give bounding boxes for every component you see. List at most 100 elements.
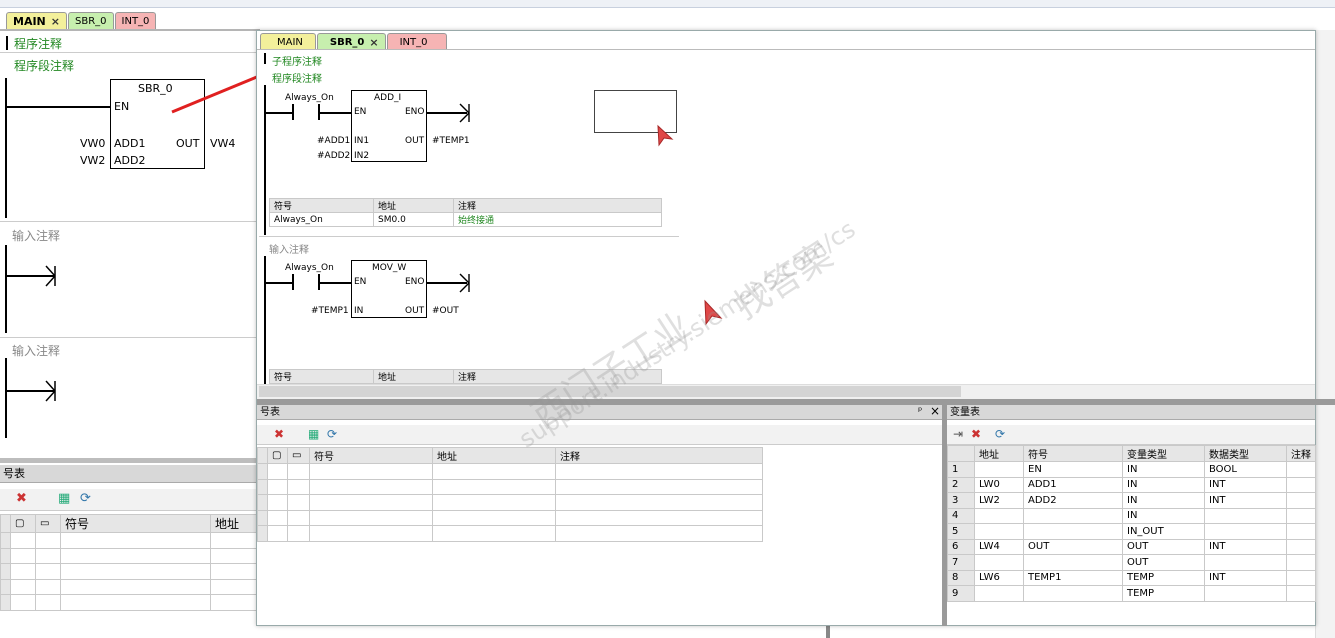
table-row[interactable]: 4 IN xyxy=(947,507,1316,524)
tab-int0[interactable]: INT_0 xyxy=(386,33,447,50)
table-cell[interactable]: OUT xyxy=(1023,538,1123,555)
table-cell[interactable] xyxy=(1286,461,1316,478)
table-cell[interactable]: TEMP1 xyxy=(1023,569,1123,586)
table-cell[interactable]: LW0 xyxy=(974,476,1024,493)
table-cell[interactable] xyxy=(1286,507,1316,524)
table-cell[interactable] xyxy=(1204,507,1287,524)
table-cell[interactable] xyxy=(1286,492,1316,509)
coil-end-icon xyxy=(459,273,470,293)
out-pin: OUT xyxy=(405,136,425,146)
table-cell[interactable] xyxy=(1023,554,1123,571)
out-pin: OUT xyxy=(405,306,425,316)
delete-icon[interactable]: ✖ xyxy=(274,427,284,441)
table-cell[interactable] xyxy=(974,461,1024,478)
input-comment[interactable]: 输入注释 xyxy=(269,241,309,256)
refresh-icon[interactable]: ⟳ xyxy=(995,427,1005,441)
table-cell[interactable]: IN xyxy=(1122,507,1205,524)
table-cell[interactable]: INT xyxy=(1204,538,1287,555)
sub-tab-bar: MAIN SBR_0 × INT_0 xyxy=(260,30,448,50)
mov-w-name: MOV_W xyxy=(372,263,407,273)
tab-sbr0[interactable]: SBR_0 × xyxy=(316,33,386,50)
always-on-label[interactable]: Always_On xyxy=(285,93,334,103)
table-row[interactable]: 2 LW0 ADD1 IN INT xyxy=(947,476,1316,493)
table-cell[interactable]: IN xyxy=(1122,461,1205,478)
contact-left xyxy=(292,274,294,290)
table-cell[interactable]: BOOL xyxy=(1204,461,1287,478)
table-cell[interactable]: ADD1 xyxy=(1023,476,1123,493)
table-cell[interactable] xyxy=(1286,585,1316,602)
col-symbol[interactable]: 符号 xyxy=(309,447,433,464)
col-comment[interactable]: 注释 xyxy=(555,447,763,464)
table-cell[interactable] xyxy=(1204,554,1287,571)
cell-symbol[interactable]: Always_On xyxy=(269,212,374,227)
temp1-param[interactable]: #TEMP1 xyxy=(311,306,349,316)
table-row[interactable]: 6 LW4 OUT OUT INT xyxy=(947,538,1316,555)
row-number: 9 xyxy=(947,585,975,602)
table-cell[interactable] xyxy=(1204,585,1287,602)
table-cell[interactable] xyxy=(1286,476,1316,493)
table-cell[interactable]: EN xyxy=(1023,461,1123,478)
table-cell[interactable] xyxy=(974,507,1024,524)
table-cell[interactable] xyxy=(1286,523,1316,540)
table-row[interactable]: 9 TEMP xyxy=(947,585,1316,602)
table-cell[interactable] xyxy=(1286,569,1316,586)
col-icon: ▭ xyxy=(287,447,310,464)
en-pin: EN xyxy=(354,107,367,117)
always-on-label[interactable]: Always_On xyxy=(285,263,334,273)
table-row[interactable]: 8 LW6 TEMP1 TEMP INT xyxy=(947,569,1316,586)
insert-row-icon[interactable]: ⇥ xyxy=(953,427,963,441)
table-cell[interactable]: TEMP xyxy=(1122,569,1205,586)
table-cell[interactable]: IN_OUT xyxy=(1122,523,1205,540)
table-cell[interactable]: INT xyxy=(1204,569,1287,586)
table-cell[interactable] xyxy=(1204,523,1287,540)
insert-icon[interactable]: ▦ xyxy=(308,427,319,441)
table-cell[interactable] xyxy=(974,585,1024,602)
table-cell[interactable]: OUT xyxy=(1122,554,1205,571)
table-cell[interactable]: INT xyxy=(1204,492,1287,509)
table-cell[interactable] xyxy=(1286,538,1316,555)
tab-main[interactable]: MAIN xyxy=(260,33,316,50)
table-cell[interactable]: IN xyxy=(1122,476,1205,493)
segment-comment[interactable]: 程序段注释 xyxy=(272,70,322,85)
in-pin: IN xyxy=(354,306,364,316)
table-cell[interactable] xyxy=(974,523,1024,540)
out-param[interactable]: #OUT xyxy=(432,306,459,316)
table-cell[interactable]: LW2 xyxy=(974,492,1024,509)
table-cell[interactable] xyxy=(1023,523,1123,540)
col-symbol[interactable]: 符号 xyxy=(1023,445,1123,462)
delete-icon[interactable]: ✖ xyxy=(971,427,981,441)
close-icon[interactable]: × xyxy=(369,36,378,49)
row-number: 3 xyxy=(947,492,975,509)
add2-param[interactable]: #ADD2 xyxy=(317,151,350,161)
table-cell[interactable] xyxy=(1286,554,1316,571)
cell-address[interactable]: SM0.0 xyxy=(373,212,454,227)
table-row[interactable]: 1 EN IN BOOL xyxy=(947,461,1316,478)
table-cell[interactable]: ADD2 xyxy=(1023,492,1123,509)
table-row[interactable]: 7 OUT xyxy=(947,554,1316,571)
eno-pin: ENO xyxy=(405,277,425,287)
cell-comment[interactable]: 始终接通 xyxy=(453,212,662,227)
table-cell[interactable] xyxy=(1023,585,1123,602)
add1-param[interactable]: #ADD1 xyxy=(317,136,350,146)
table-cell[interactable]: OUT xyxy=(1122,538,1205,555)
temp1-param[interactable]: #TEMP1 xyxy=(432,136,470,146)
table-cell[interactable]: TEMP xyxy=(1122,585,1205,602)
table-row[interactable]: 3 LW2 ADD2 IN INT xyxy=(947,492,1316,509)
close-icon[interactable]: × xyxy=(930,404,940,418)
table-cell[interactable]: LW6 xyxy=(974,569,1024,586)
table-row[interactable]: 5 IN_OUT xyxy=(947,523,1316,540)
sub-comment[interactable]: 子程序注释 xyxy=(272,53,322,68)
col-address[interactable]: 地址 xyxy=(432,447,556,464)
col-data-type[interactable]: 数据类型 xyxy=(1204,445,1287,462)
table-cell[interactable]: LW4 xyxy=(974,538,1024,555)
col-comment[interactable]: 注释 xyxy=(1286,445,1316,462)
table-cell[interactable] xyxy=(974,554,1024,571)
table-cell[interactable]: IN xyxy=(1122,492,1205,509)
col-var-type[interactable]: 变量类型 xyxy=(1122,445,1205,462)
table-cell[interactable]: INT xyxy=(1204,476,1287,493)
refresh-icon[interactable]: ⟳ xyxy=(327,427,337,441)
table-cell[interactable] xyxy=(1023,507,1123,524)
col-address[interactable]: 地址 xyxy=(974,445,1024,462)
pin-icon[interactable]: ᵖ xyxy=(918,406,922,417)
col-address: 地址 xyxy=(373,198,454,213)
